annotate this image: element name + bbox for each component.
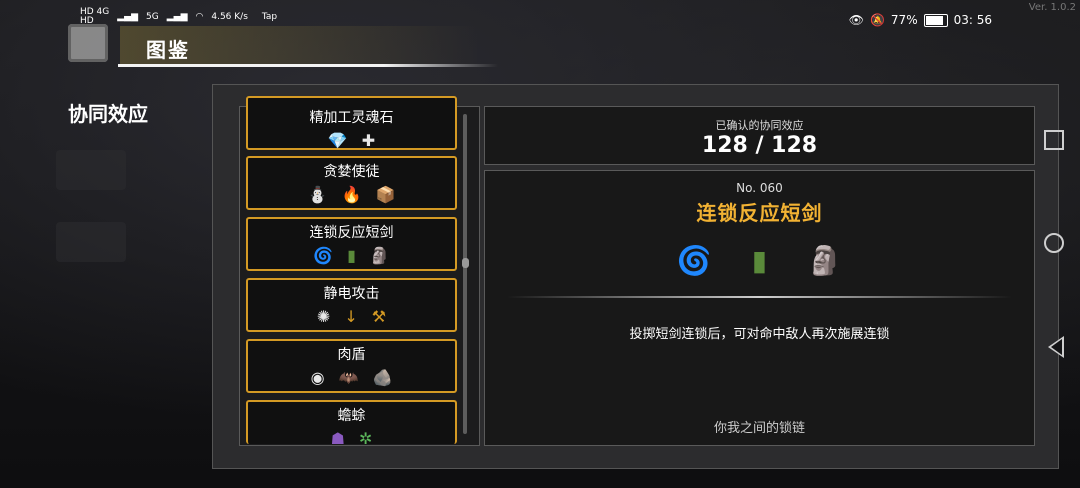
synergy-detail-icons: 🌀 ▮ 🗿 [485,240,1034,280]
network-speed: 4.56 K/s [211,12,248,22]
synergy-detail: No. 060 连锁反应短剑 🌀 ▮ 🗿 投掷短剑连锁后，可对命中敌人再次施展连… [484,170,1035,446]
rock-icon: 🪨 [372,368,393,387]
synergy-item[interactable]: 肉盾 ◉ 🦇 🪨 [246,339,457,393]
chain-icon: 🌀 [313,246,334,265]
flame-icon: 🔥 [341,185,362,204]
hat-icon: ☗ [330,429,345,448]
battery-icon [923,13,948,27]
sidebar-ghost-tab [56,222,126,262]
synergy-item[interactable]: 静电攻击 ✺ ↓ ⚒ [246,278,457,332]
page-title: 图鉴 [146,38,190,62]
hammer-icon: ⚒ [371,307,387,326]
synergy-item-icons: ☗ ✲ [248,428,455,450]
statue-icon: 🗿 [807,243,843,277]
leaf-icon: ✲ [358,429,373,448]
synergy-count-value: 128 / 128 [701,133,818,158]
synergy-item-name: 精加工灵魂石 [309,110,394,126]
recents-button[interactable] [1044,130,1064,150]
clock: 03: 56 [953,13,992,27]
battery-percent: 77% [890,13,918,27]
green-card-icon: ▮ [347,246,356,265]
snowman-icon: ⛄ [307,185,328,204]
status-bar-left: HD 4G HD ▂▄▆ 5G ▂▄▆ ◠ 4.56 K/s Tap [80,8,277,26]
mute-icon: 🔕 [869,13,885,27]
arrow-down-icon: ↓ [344,307,358,326]
home-button[interactable] [1044,233,1064,253]
chest-icon: 📦 [375,185,396,204]
signal-label: 5G [146,12,159,22]
statue-icon: 🗿 [369,246,390,265]
synergy-description: 投掷短剑连锁后，可对命中敌人再次施展连锁 [629,327,890,342]
eye-icon: 👁 [848,13,864,27]
synergy-item-name: 静电攻击 [323,286,380,302]
synergy-number: No. 060 [736,181,783,195]
scrollbar-thumb[interactable] [462,258,469,268]
version-label: Ver. 1.0.2 [1028,2,1076,13]
chain-icon: 🌀 [676,243,712,277]
orb-icon: ◉ [310,368,325,387]
synergy-item-icons: ◉ 🦇 🪨 [248,367,455,389]
synergy-count-label: 已确认的协同效应 [715,119,804,132]
back-book-icon[interactable] [68,24,108,62]
sidebar-tab-synergy[interactable]: 协同效应 [68,98,148,127]
signal-icon-2: ▂▄▆ [166,12,188,22]
synergy-item-name: 肉盾 [337,347,366,363]
app-notification: Tap [261,12,278,22]
cross-icon: ✚ [361,131,376,150]
synergy-title: 连锁反应短剑 [696,201,823,225]
synergy-flavor-text: 你我之间的锁链 [713,421,805,436]
bat-icon: 🦇 [338,368,359,387]
detail-divider [507,296,1012,298]
green-card-icon: ▮ [751,243,768,277]
synergy-item-icons: 🌀 ▮ 🗿 [248,245,455,267]
synergy-item-name: 蟾蜍 [337,408,366,424]
synergy-item[interactable]: 精加工灵魂石 💎 ✚ [246,96,457,150]
synergy-item-selected[interactable]: 连锁反应短剑 🌀 ▮ 🗿 [246,217,457,271]
synergy-item-icons: 💎 ✚ [248,130,455,152]
synergy-item-name: 贪婪使徒 [323,164,380,180]
spark-icon: ✺ [316,307,331,326]
signal-icon: ▂▄▆ [117,12,139,22]
synergy-item[interactable]: 贪婪使徒 ⛄ 🔥 📦 [246,156,457,210]
synergy-item-name: 连锁反应短剑 [309,225,394,241]
status-bar-right: 👁 🔕 77% 03: 56 [849,13,992,27]
wifi-icon: ◠ [195,12,204,22]
list-scrollbar[interactable] [463,114,467,434]
synergy-count-box: 已确认的协同效应 128 / 128 [484,106,1035,165]
back-button[interactable] [1048,336,1064,358]
synergy-item-icons: ⛄ 🔥 📦 [248,184,455,206]
header-underline [118,64,498,67]
synergy-item-icons: ✺ ↓ ⚒ [248,306,455,328]
soulstone-icon: 💎 [327,131,348,150]
sidebar-ghost-tab [56,150,126,190]
synergy-item[interactable]: 蟾蜍 ☗ ✲ [246,400,457,448]
